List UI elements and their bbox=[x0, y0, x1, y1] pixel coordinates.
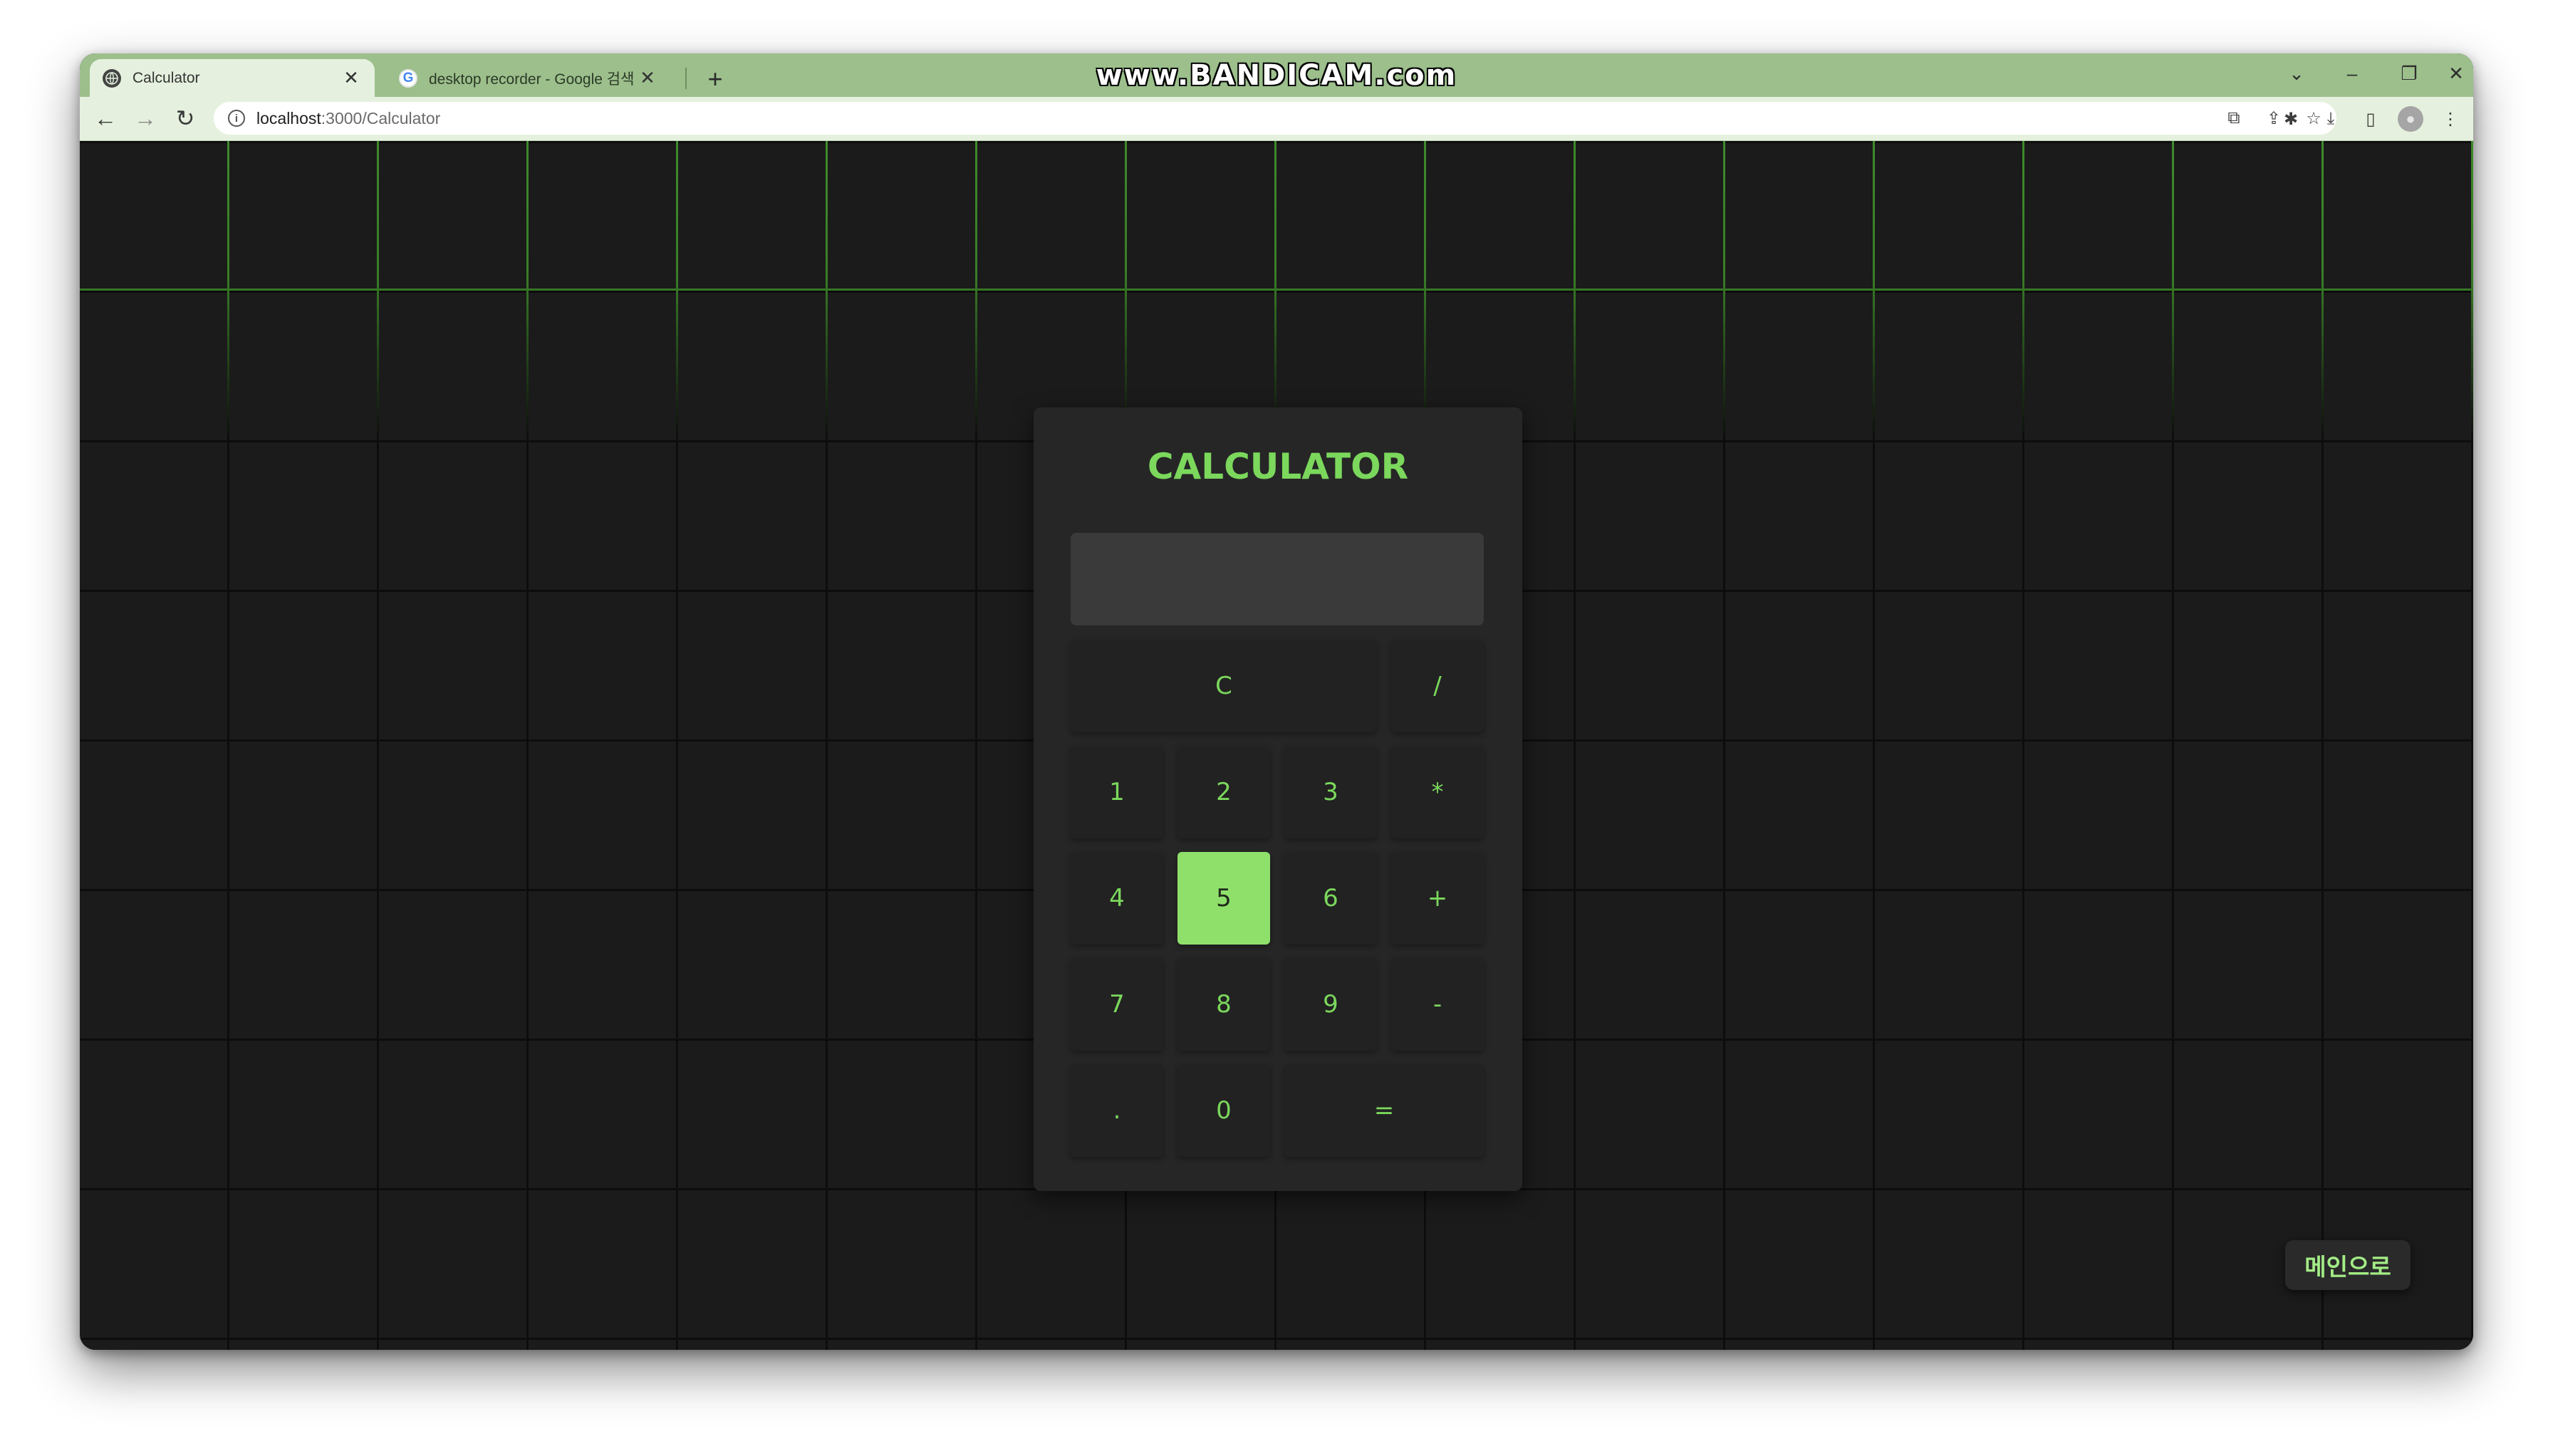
page-content: CALCULATOR C/ 1 2 3 * 4 5 6 +7 8 9-. 0 = 메인으로 bbox=[80, 141, 2473, 1350]
multiply-button[interactable]: * bbox=[1391, 746, 1484, 838]
forward-button[interactable]: → bbox=[130, 103, 161, 134]
address-bar[interactable]: i localhost:3000/Calculator ⧉ ⇪ ☆ bbox=[214, 102, 2336, 135]
extensions-icon[interactable]: ✱ bbox=[2278, 106, 2304, 132]
google-icon: G bbox=[399, 68, 417, 88]
side-panel-icon[interactable]: ▯ bbox=[2358, 106, 2383, 132]
browser-toolbar: ← → ↻ i localhost:3000/Calculator ⧉ ⇪ ☆ … bbox=[80, 97, 2473, 141]
site-info-icon[interactable]: i bbox=[228, 110, 245, 127]
go-main-button[interactable]: 메인으로 bbox=[2285, 1240, 2411, 1290]
digit-9-button[interactable]: 9 bbox=[1284, 958, 1377, 1051]
digit-3-button[interactable]: 3 bbox=[1284, 746, 1377, 838]
keypad: C/ 1 2 3 * 4 5 6 +7 8 9-. 0 = bbox=[1071, 640, 1484, 1160]
back-button[interactable]: ← bbox=[90, 103, 121, 134]
equals-button[interactable]: = bbox=[1284, 1064, 1484, 1157]
digit-4-button[interactable]: 4 bbox=[1071, 852, 1163, 945]
globe-icon bbox=[103, 68, 121, 88]
tab-calculator[interactable]: Calculator ✕ bbox=[90, 59, 375, 97]
digit-0-button[interactable]: 0 bbox=[1177, 1064, 1270, 1157]
calculator-title: CALCULATOR bbox=[1147, 446, 1409, 487]
decimal-button[interactable]: . bbox=[1071, 1064, 1163, 1157]
close-icon[interactable]: ✕ bbox=[340, 67, 362, 89]
clear-button[interactable]: C bbox=[1071, 640, 1377, 732]
minimize-button[interactable]: – bbox=[2332, 58, 2372, 89]
subtract-button[interactable]: - bbox=[1391, 958, 1484, 1051]
close-icon[interactable]: ✕ bbox=[637, 67, 658, 89]
tab-search-icon[interactable]: ⌄ bbox=[2277, 58, 2317, 89]
download-icon[interactable]: ⤓ bbox=[2318, 106, 2344, 132]
tab-google-search[interactable]: G desktop recorder - Google 검색 ✕ bbox=[386, 59, 671, 97]
calculator-panel: CALCULATOR C/ 1 2 3 * 4 5 6 +7 8 9-. 0 = bbox=[1034, 407, 1522, 1191]
window-close-button[interactable]: ✕ bbox=[2428, 58, 2473, 89]
translate-icon[interactable]: ⧉ bbox=[2221, 105, 2247, 131]
add-button[interactable]: + bbox=[1391, 852, 1484, 945]
tab-title: Calculator bbox=[132, 69, 200, 86]
digit-6-button[interactable]: 6 bbox=[1284, 852, 1377, 945]
digit-5-button[interactable]: 5 bbox=[1177, 852, 1270, 945]
tab-strip: Calculator ✕ G desktop recorder - Google… bbox=[80, 53, 2473, 97]
calculator-display bbox=[1071, 533, 1484, 625]
new-tab-button[interactable]: + bbox=[700, 63, 731, 95]
digit-7-button[interactable]: 7 bbox=[1071, 958, 1163, 1051]
tab-separator bbox=[685, 68, 687, 89]
browser-window: Calculator ✕ G desktop recorder - Google… bbox=[80, 53, 2473, 1350]
digit-1-button[interactable]: 1 bbox=[1071, 746, 1163, 838]
profile-avatar-icon[interactable]: ● bbox=[2398, 106, 2423, 132]
menu-icon[interactable]: ⋮ bbox=[2438, 106, 2463, 132]
reload-button[interactable]: ↻ bbox=[170, 103, 201, 134]
digit-2-button[interactable]: 2 bbox=[1177, 746, 1270, 838]
tab-title: desktop recorder - Google 검색 bbox=[429, 71, 635, 88]
digit-8-button[interactable]: 8 bbox=[1177, 958, 1270, 1051]
toolbar-actions: ✱ ⤓ ▯ ● ⋮ bbox=[2278, 105, 2463, 133]
restore-button[interactable]: ❐ bbox=[2389, 58, 2429, 89]
divide-button[interactable]: / bbox=[1391, 640, 1484, 732]
url-text[interactable]: localhost:3000/Calculator bbox=[256, 109, 440, 128]
grid-highlight bbox=[80, 141, 2473, 440]
